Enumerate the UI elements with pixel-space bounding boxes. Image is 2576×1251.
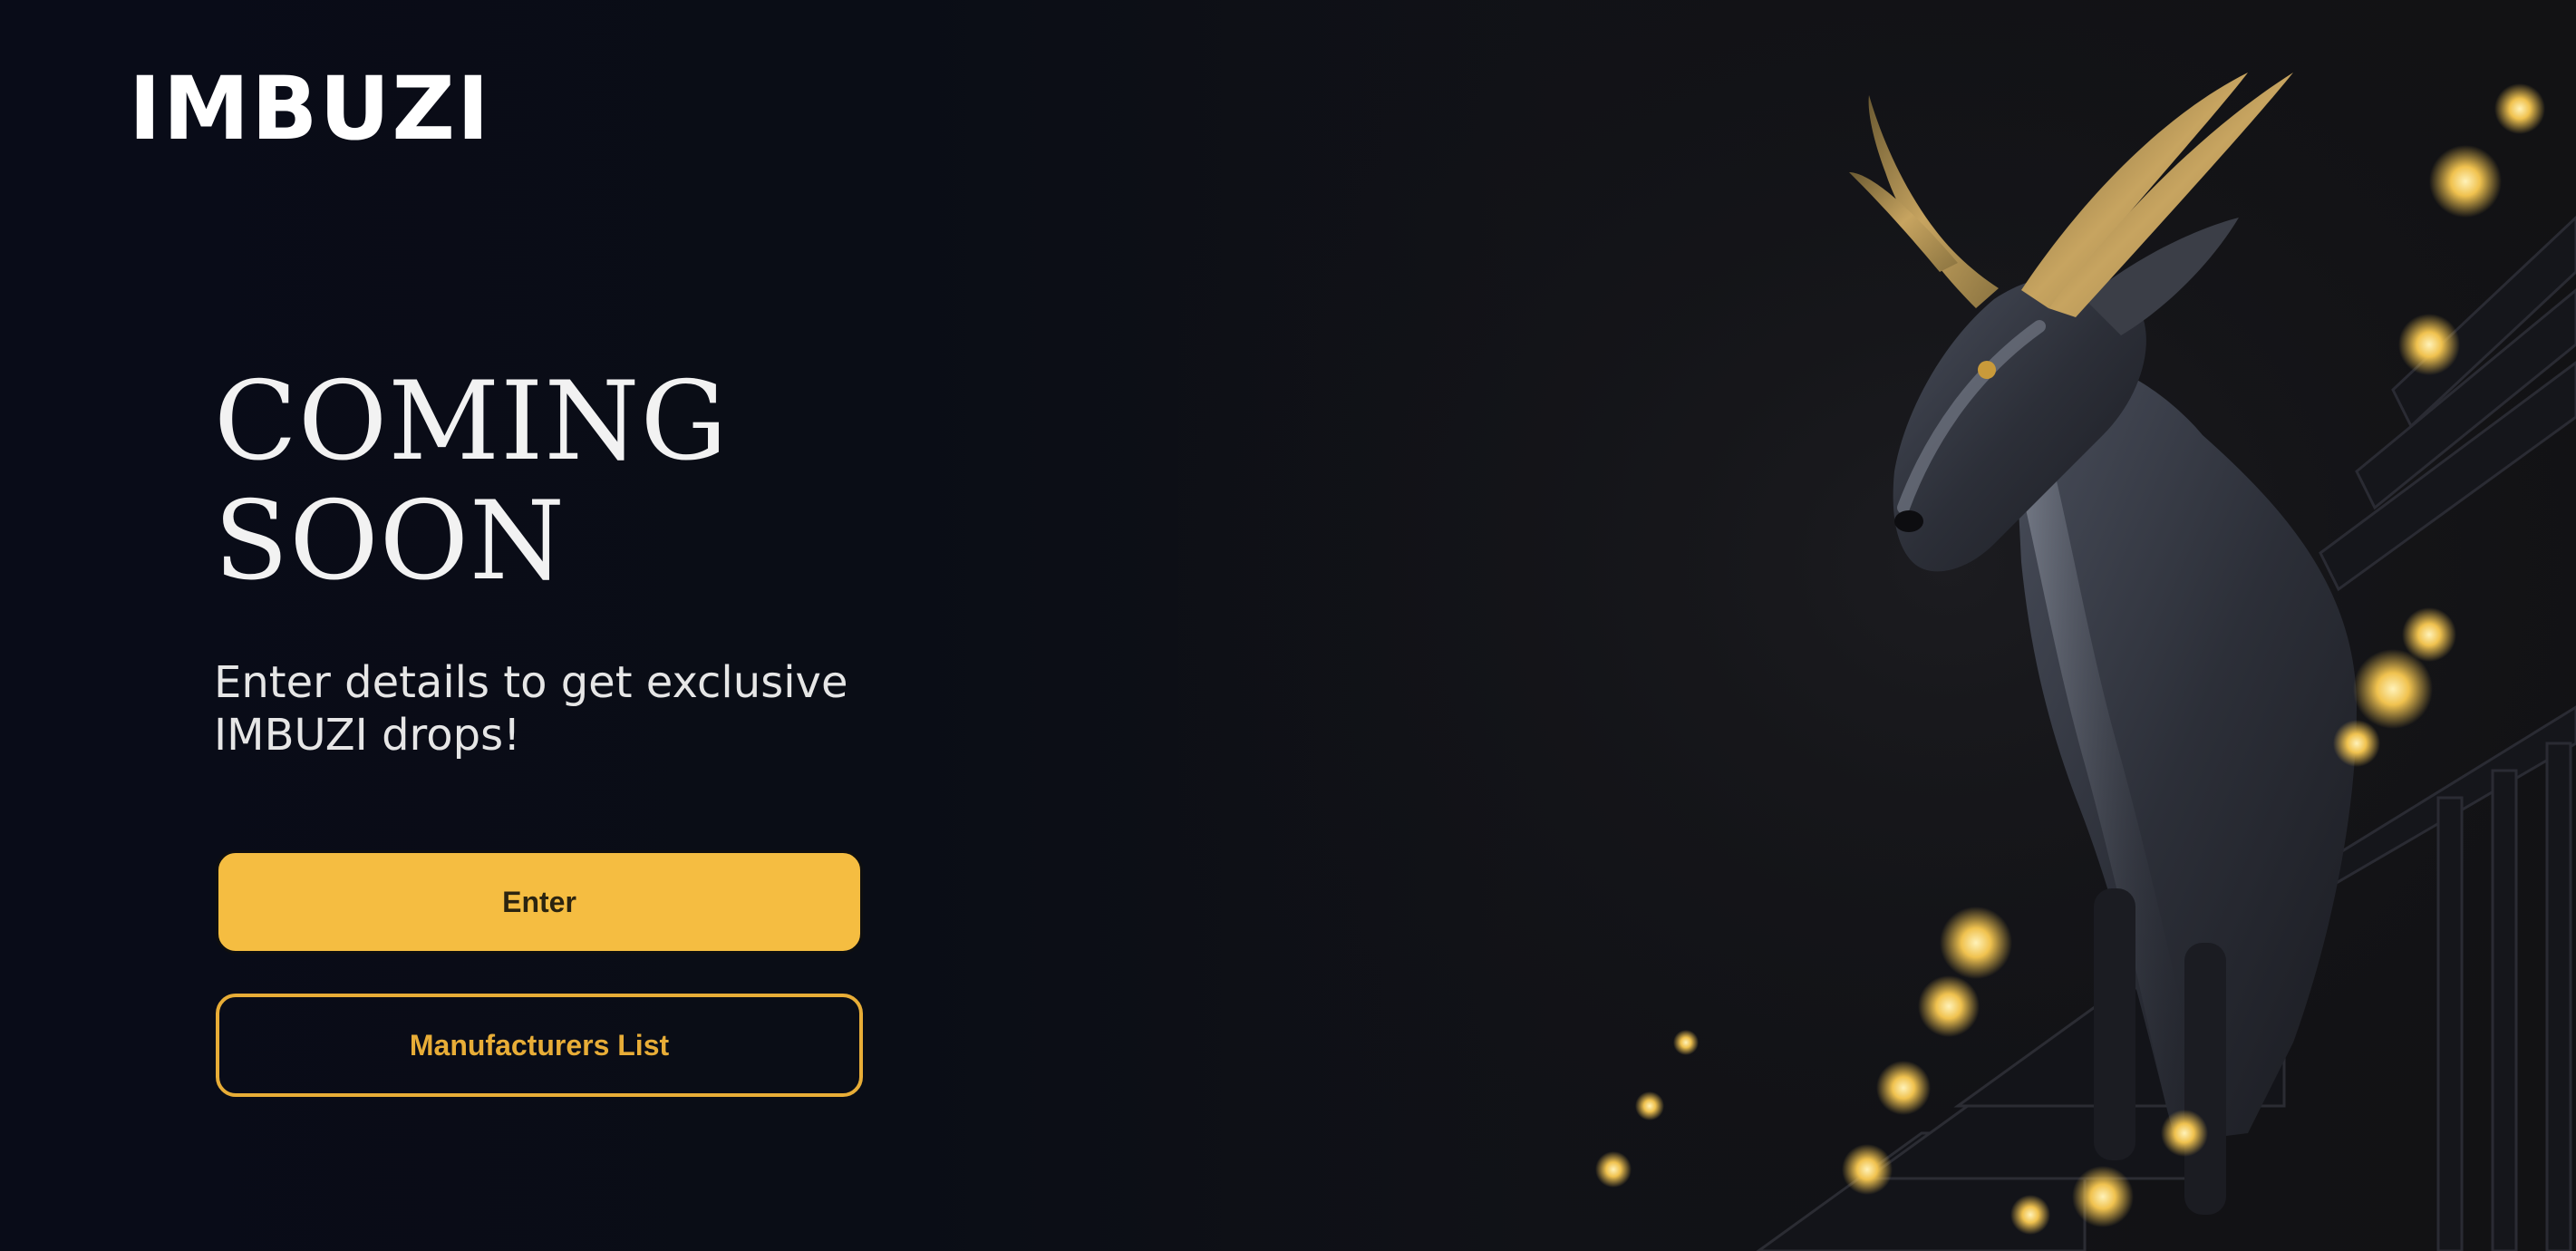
page-subtitle-line-1: Enter details to get exclusive [214, 657, 848, 708]
goat-illustration [1178, 0, 2576, 1251]
page-title: COMING SOON [214, 363, 728, 602]
manufacturers-list-button[interactable]: Manufacturers List [216, 994, 863, 1097]
page-subtitle: Enter details to get exclusive IMBUZI dr… [214, 656, 903, 761]
page-title-line-2: SOON [214, 479, 566, 605]
brand-logo: IMBUZI [129, 58, 491, 160]
landing-page: IMBUZI COMING SOON Enter details to get … [0, 0, 2576, 1251]
enter-button[interactable]: Enter [216, 850, 863, 954]
page-title-line-1: COMING [214, 359, 729, 485]
page-subtitle-line-2: IMBUZI drops! [214, 710, 521, 761]
